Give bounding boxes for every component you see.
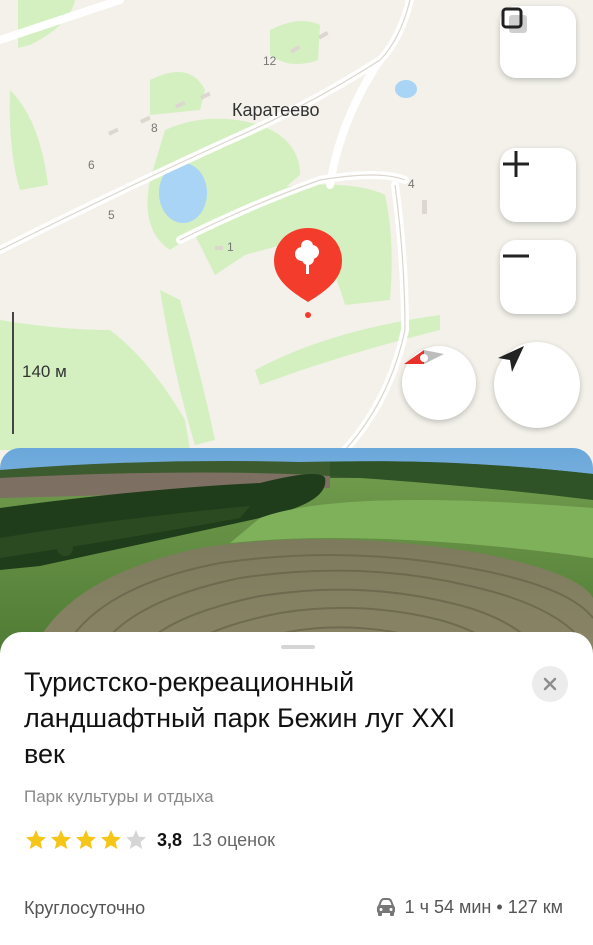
house-number: 5 <box>108 208 115 222</box>
place-title: Туристско-рекреационный ландшафтный парк… <box>24 667 456 769</box>
navigation-arrow-icon <box>498 346 524 372</box>
star-filled-icon <box>51 830 71 849</box>
star-empty-icon <box>126 830 146 849</box>
route-distance: 127 км <box>507 897 563 917</box>
rating-stars <box>24 828 149 852</box>
opening-hours[interactable]: Круглосуточно <box>24 898 145 919</box>
star-filled-icon <box>76 830 96 849</box>
star-filled-icon <box>26 830 46 849</box>
rating-value: 3,8 <box>157 829 183 850</box>
layers-icon <box>501 7 527 33</box>
star-filled-icon <box>101 830 121 849</box>
close-icon <box>543 677 557 691</box>
place-category[interactable]: Парк культуры и отдыха <box>24 787 214 807</box>
rating-count: 13 оценок <box>192 829 276 850</box>
car-icon <box>376 897 395 916</box>
house-number: 8 <box>151 121 158 135</box>
plus-icon <box>503 151 529 177</box>
village-label: Каратеево <box>232 100 320 120</box>
route-separator: • <box>496 897 503 917</box>
drag-handle[interactable] <box>281 645 315 649</box>
photo-landscape <box>0 448 593 658</box>
scale-label: 140 м <box>22 362 67 381</box>
close-button[interactable] <box>532 666 568 702</box>
zoom-in-button[interactable] <box>500 148 576 222</box>
my-location-button[interactable] <box>494 342 580 428</box>
compass-button[interactable] <box>402 346 476 420</box>
rating-row[interactable]: 3,8 13 оценок <box>24 826 275 854</box>
map-view[interactable]: Каратеево 12 8 6 5 4 1 140 м <box>0 0 593 470</box>
house-number: 12 <box>263 54 277 68</box>
route-time: 1 ч 54 мин <box>404 897 492 917</box>
minus-icon <box>503 254 529 258</box>
house-number: 1 <box>227 240 234 254</box>
place-photo[interactable] <box>0 448 593 658</box>
layers-button[interactable] <box>500 6 576 78</box>
house-number: 6 <box>88 158 95 172</box>
compass-icon <box>404 350 444 364</box>
scale-bar <box>12 312 14 434</box>
house-number: 4 <box>408 177 415 191</box>
place-pin[interactable] <box>272 224 344 320</box>
zoom-out-button[interactable] <box>500 240 576 314</box>
route-info[interactable]: 1 ч 54 мин • 127 км <box>375 897 563 918</box>
